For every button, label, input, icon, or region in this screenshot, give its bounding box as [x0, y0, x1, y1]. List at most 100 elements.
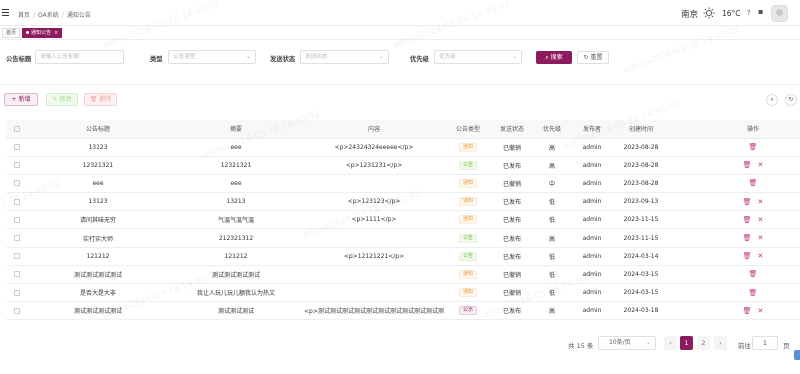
trash-icon[interactable]: 🗑	[749, 143, 758, 151]
close-icon[interactable]: ✕	[758, 198, 764, 206]
weather-temperature: 16°C	[722, 9, 741, 18]
search-toggle-button[interactable]: ⌕	[766, 94, 778, 106]
table-row: 13123 13213 <p>123123</p> 通知 已发布低 admin 2023-0…	[6, 192, 800, 212]
trash-icon[interactable]: 🗑	[749, 289, 758, 297]
cell-status: 已发布	[492, 192, 532, 212]
checkbox[interactable]	[14, 198, 20, 205]
type-badge: 通知	[458, 197, 477, 207]
cell-created: 2023-08-28	[612, 174, 670, 194]
checkbox[interactable]	[14, 180, 20, 187]
tag-notice[interactable]: 通知公告 ×	[22, 28, 63, 38]
cell-content	[304, 228, 444, 248]
cell-publisher: admin	[572, 174, 612, 194]
row-select-cell[interactable]	[6, 192, 28, 212]
cell-priority: 低	[532, 265, 572, 285]
row-select-cell[interactable]	[6, 210, 28, 230]
divider	[0, 84, 800, 85]
prev-page-button[interactable]: ‹	[664, 336, 677, 350]
trash-icon[interactable]: 🗑	[743, 252, 752, 260]
row-select-cell[interactable]	[6, 265, 28, 285]
checkbox[interactable]	[14, 271, 20, 278]
cell-type: 通知	[444, 192, 492, 212]
cell-status: 已撤销	[492, 174, 532, 194]
trash-icon[interactable]: 🗑	[743, 161, 752, 169]
row-select-cell[interactable]	[6, 301, 28, 321]
tag-home[interactable]: 首页	[2, 28, 21, 38]
row-select-cell[interactable]	[6, 156, 28, 175]
trash-icon[interactable]: 🗑	[743, 198, 752, 206]
status-filter-select[interactable]: 发送状态 ⌄	[300, 50, 389, 64]
checkbox[interactable]	[14, 253, 20, 260]
trash-icon[interactable]: 🗑	[749, 179, 758, 187]
cell-publisher: admin	[572, 265, 612, 285]
page-button-2[interactable]: 2	[697, 336, 710, 350]
close-icon[interactable]: ✕	[758, 307, 764, 315]
cell-publisher: admin	[572, 210, 612, 230]
notice-table: 公告标题 摘要 内容 公告类型 发送状态 优先级 发布者 创建时间 操作 131…	[6, 120, 800, 321]
type-filter-select[interactable]: 公告类型 ⌄	[168, 50, 256, 64]
type-badge: 通知	[458, 269, 477, 279]
avatar[interactable]	[771, 5, 788, 22]
search-button[interactable]: ⌕ 搜索	[536, 51, 572, 64]
close-icon[interactable]: ✕	[758, 234, 764, 242]
reset-button[interactable]: ↻ 重置	[577, 51, 609, 64]
column-header: 创建时间	[612, 120, 670, 139]
side-helper-tab[interactable]	[794, 350, 800, 360]
trash-icon[interactable]: 🗑	[743, 234, 752, 242]
close-icon[interactable]: ✕	[758, 252, 764, 260]
column-header: 公告类型	[444, 120, 492, 139]
refresh-button[interactable]: ↻	[785, 94, 797, 106]
priority-filter-select[interactable]: 优先级 ⌄	[434, 50, 522, 64]
column-header: 内容	[304, 120, 444, 139]
checkbox[interactable]	[14, 235, 20, 242]
page-size-select[interactable]: 10条/页 ⌄	[598, 336, 656, 350]
select-all-cell[interactable]	[6, 120, 28, 139]
close-icon[interactable]: ×	[54, 30, 58, 36]
checkbox[interactable]	[14, 307, 20, 314]
checkbox[interactable]	[14, 216, 20, 223]
breadcrumb-home[interactable]: 首页	[18, 12, 30, 19]
breadcrumb-oa[interactable]: OA系统	[38, 12, 59, 19]
cell-actions: 🗑 ✕	[670, 192, 800, 212]
cell-type: 通知	[444, 283, 492, 303]
row-select-cell[interactable]	[6, 283, 28, 303]
cell-status: 已发布	[492, 247, 532, 266]
close-icon[interactable]: ✕	[758, 216, 764, 224]
edit-button[interactable]: ✎ 修改	[46, 93, 78, 106]
chevron-down-icon: ⌄	[245, 53, 251, 60]
trash-icon[interactable]: 🗑	[749, 270, 758, 278]
question-icon[interactable]: ?	[747, 9, 751, 17]
add-button[interactable]: + 新增	[4, 93, 38, 106]
message-icon[interactable]: ▪	[758, 7, 763, 16]
row-select-cell[interactable]	[6, 228, 28, 248]
row-select-cell[interactable]	[6, 174, 28, 194]
row-select-cell[interactable]	[6, 247, 28, 266]
column-header: 发送状态	[492, 120, 532, 139]
cell-priority: 高	[532, 156, 572, 175]
trash-icon[interactable]: 🗑	[743, 307, 752, 315]
delete-button[interactable]: 🗑 删除	[84, 93, 117, 106]
hamburger-icon[interactable]	[2, 9, 9, 16]
chevron-right-icon: ›	[719, 339, 722, 347]
type-badge: 通知	[458, 215, 477, 225]
trash-icon[interactable]: 🗑	[743, 216, 752, 224]
cell-priority: 高	[532, 138, 572, 157]
checkbox[interactable]	[14, 162, 20, 169]
title-filter-input[interactable]: 请输入公告标题	[35, 50, 124, 64]
cell-status: 已撤销	[492, 283, 532, 303]
next-page-button[interactable]: ›	[714, 336, 727, 350]
reset-button-label: 重置	[590, 54, 603, 61]
checkbox[interactable]	[14, 144, 20, 151]
status-filter-placeholder: 发送状态	[305, 54, 328, 60]
cell-summary: eee	[168, 174, 304, 194]
row-select-cell[interactable]	[6, 138, 28, 157]
type-filter-label: 类型	[150, 56, 163, 63]
cell-title: 121212	[28, 247, 168, 266]
cell-content: <p>12121221</p>	[304, 247, 444, 266]
refresh-icon: ↻	[788, 96, 794, 103]
checkbox[interactable]	[14, 289, 20, 296]
close-icon[interactable]: ✕	[758, 161, 764, 169]
goto-page-input[interactable]: 1	[752, 336, 778, 350]
page-button-1[interactable]: 1	[680, 336, 693, 350]
checkbox[interactable]	[14, 125, 20, 132]
